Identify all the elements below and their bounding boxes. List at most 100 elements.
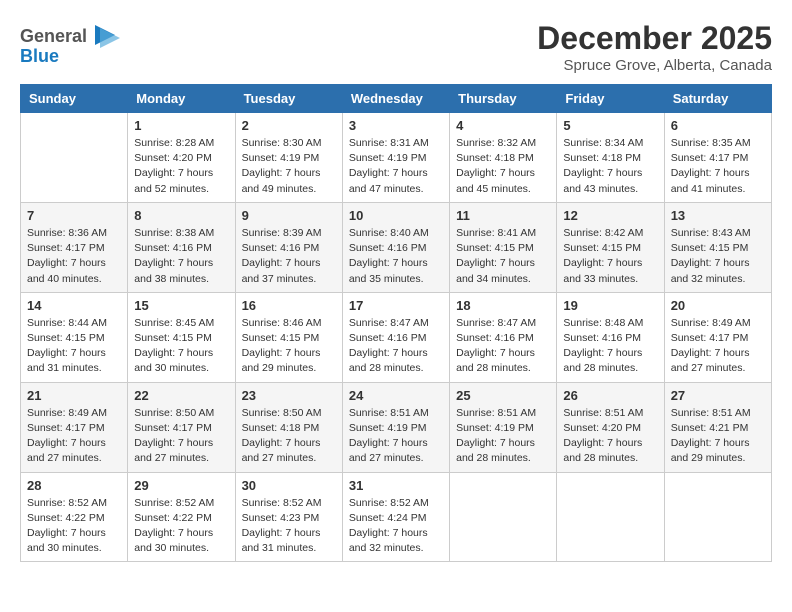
day-detail: Sunrise: 8:51 AMSunset: 4:20 PMDaylight:…	[563, 406, 657, 467]
calendar-cell: 6 Sunrise: 8:35 AMSunset: 4:17 PMDaylight…	[664, 113, 771, 203]
calendar-cell: 26 Sunrise: 8:51 AMSunset: 4:20 PMDayligh…	[557, 382, 664, 472]
day-number: 16	[242, 298, 336, 313]
day-number: 4	[456, 118, 550, 133]
day-number: 21	[27, 388, 121, 403]
day-number: 5	[563, 118, 657, 133]
calendar-cell: 2 Sunrise: 8:30 AMSunset: 4:19 PMDaylight…	[235, 113, 342, 203]
day-detail: Sunrise: 8:52 AMSunset: 4:24 PMDaylight:…	[349, 496, 443, 557]
calendar-cell	[557, 472, 664, 562]
day-number: 22	[134, 388, 228, 403]
day-number: 8	[134, 208, 228, 223]
day-number: 26	[563, 388, 657, 403]
day-detail: Sunrise: 8:41 AMSunset: 4:15 PMDaylight:…	[456, 226, 550, 287]
calendar-cell: 10 Sunrise: 8:40 AMSunset: 4:16 PMDayligh…	[342, 202, 449, 292]
day-number: 13	[671, 208, 765, 223]
day-number: 29	[134, 478, 228, 493]
day-number: 9	[242, 208, 336, 223]
calendar-cell: 7 Sunrise: 8:36 AMSunset: 4:17 PMDaylight…	[21, 202, 128, 292]
calendar-cell: 23Sunrise: 8:50 AMSunset: 4:18 PMDayligh…	[235, 382, 342, 472]
day-detail: Sunrise: 8:50 AMSunset: 4:18 PMDaylight:…	[242, 406, 336, 467]
day-detail: Sunrise: 8:35 AMSunset: 4:17 PMDaylight:…	[671, 136, 765, 197]
day-detail: Sunrise: 8:50 AMSunset: 4:17 PMDaylight:…	[134, 406, 228, 467]
day-detail: Sunrise: 8:52 AMSunset: 4:23 PMDaylight:…	[242, 496, 336, 557]
calendar-cell: 3 Sunrise: 8:31 AMSunset: 4:19 PMDaylight…	[342, 113, 449, 203]
day-detail: Sunrise: 8:52 AMSunset: 4:22 PMDaylight:…	[27, 496, 121, 557]
day-header-friday: Friday	[557, 85, 664, 113]
day-number: 6	[671, 118, 765, 133]
calendar-cell: 14 Sunrise: 8:44 AMSunset: 4:15 PMDayligh…	[21, 292, 128, 382]
calendar-cell: 20Sunrise: 8:49 AMSunset: 4:17 PMDayligh…	[664, 292, 771, 382]
day-detail: Sunrise: 8:38 AMSunset: 4:16 PMDaylight:…	[134, 226, 228, 287]
day-number: 14	[27, 298, 121, 313]
calendar-cell: 31 Sunrise: 8:52 AMSunset: 4:24 PMDayligh…	[342, 472, 449, 562]
day-number: 15	[134, 298, 228, 313]
calendar-cell: 8 Sunrise: 8:38 AMSunset: 4:16 PMDaylight…	[128, 202, 235, 292]
day-number: 25	[456, 388, 550, 403]
calendar-cell: 30 Sunrise: 8:52 AMSunset: 4:23 PMDayligh…	[235, 472, 342, 562]
calendar-cell: 13 Sunrise: 8:43 AMSunset: 4:15 PMDayligh…	[664, 202, 771, 292]
day-detail: Sunrise: 8:31 AMSunset: 4:19 PMDaylight:…	[349, 136, 443, 197]
day-number: 12	[563, 208, 657, 223]
day-detail: Sunrise: 8:32 AMSunset: 4:18 PMDaylight:…	[456, 136, 550, 197]
day-number: 1	[134, 118, 228, 133]
day-header-sunday: Sunday	[21, 85, 128, 113]
day-detail: Sunrise: 8:49 AMSunset: 4:17 PMDaylight:…	[27, 406, 121, 467]
day-number: 18	[456, 298, 550, 313]
calendar-cell: 21 Sunrise: 8:49 AMSunset: 4:17 PMDayligh…	[21, 382, 128, 472]
day-detail: Sunrise: 8:48 AMSunset: 4:16 PMDaylight:…	[563, 316, 657, 377]
day-detail: Sunrise: 8:45 AMSunset: 4:15 PMDaylight:…	[134, 316, 228, 377]
day-number: 17	[349, 298, 443, 313]
logo: General Blue	[20, 20, 120, 70]
day-detail: Sunrise: 8:28 AMSunset: 4:20 PMDaylight:…	[134, 136, 228, 197]
day-detail: Sunrise: 8:47 AMSunset: 4:16 PMDaylight:…	[456, 316, 550, 377]
svg-text:Blue: Blue	[20, 46, 59, 66]
day-number: 7	[27, 208, 121, 223]
day-detail: Sunrise: 8:34 AMSunset: 4:18 PMDaylight:…	[563, 136, 657, 197]
day-detail: Sunrise: 8:36 AMSunset: 4:17 PMDaylight:…	[27, 226, 121, 287]
subtitle: Spruce Grove, Alberta, Canada	[537, 57, 772, 74]
calendar-cell: 5 Sunrise: 8:34 AMSunset: 4:18 PMDaylight…	[557, 113, 664, 203]
calendar-cell: 16 Sunrise: 8:46 AMSunset: 4:15 PMDayligh…	[235, 292, 342, 382]
calendar-cell: 18 Sunrise: 8:47 AMSunset: 4:16 PMDayligh…	[450, 292, 557, 382]
calendar-table: SundayMondayTuesdayWednesdayThursdayFrid…	[20, 84, 772, 562]
day-detail: Sunrise: 8:30 AMSunset: 4:19 PMDaylight:…	[242, 136, 336, 197]
day-number: 11	[456, 208, 550, 223]
day-number: 31	[349, 478, 443, 493]
calendar-cell: 9 Sunrise: 8:39 AMSunset: 4:16 PMDaylight…	[235, 202, 342, 292]
calendar-cell: 1 Sunrise: 8:28 AMSunset: 4:20 PMDaylight…	[128, 113, 235, 203]
day-detail: Sunrise: 8:44 AMSunset: 4:15 PMDaylight:…	[27, 316, 121, 377]
day-number: 10	[349, 208, 443, 223]
day-detail: Sunrise: 8:51 AMSunset: 4:21 PMDaylight:…	[671, 406, 765, 467]
calendar-cell: 27 Sunrise: 8:51 AMSunset: 4:21 PMDayligh…	[664, 382, 771, 472]
day-detail: Sunrise: 8:39 AMSunset: 4:16 PMDaylight:…	[242, 226, 336, 287]
main-title: December 2025	[537, 20, 772, 57]
day-number: 3	[349, 118, 443, 133]
calendar-cell: 4 Sunrise: 8:32 AMSunset: 4:18 PMDaylight…	[450, 113, 557, 203]
day-number: 24	[349, 388, 443, 403]
day-detail: Sunrise: 8:40 AMSunset: 4:16 PMDaylight:…	[349, 226, 443, 287]
day-number: 19	[563, 298, 657, 313]
day-header-wednesday: Wednesday	[342, 85, 449, 113]
calendar-cell: 11 Sunrise: 8:41 AMSunset: 4:15 PMDayligh…	[450, 202, 557, 292]
title-section: December 2025 Spruce Grove, Alberta, Can…	[537, 20, 772, 74]
calendar-cell: 17 Sunrise: 8:47 AMSunset: 4:16 PMDayligh…	[342, 292, 449, 382]
day-number: 27	[671, 388, 765, 403]
page-header: General Blue December 2025 Spruce Grove,…	[20, 20, 772, 74]
day-detail: Sunrise: 8:43 AMSunset: 4:15 PMDaylight:…	[671, 226, 765, 287]
day-detail: Sunrise: 8:52 AMSunset: 4:22 PMDaylight:…	[134, 496, 228, 557]
calendar-cell: 22 Sunrise: 8:50 AMSunset: 4:17 PMDayligh…	[128, 382, 235, 472]
day-detail: Sunrise: 8:42 AMSunset: 4:15 PMDaylight:…	[563, 226, 657, 287]
day-number: 30	[242, 478, 336, 493]
day-detail: Sunrise: 8:47 AMSunset: 4:16 PMDaylight:…	[349, 316, 443, 377]
calendar-cell	[450, 472, 557, 562]
day-header-tuesday: Tuesday	[235, 85, 342, 113]
day-number: 2	[242, 118, 336, 133]
calendar-cell: 15 Sunrise: 8:45 AMSunset: 4:15 PMDayligh…	[128, 292, 235, 382]
day-detail: Sunrise: 8:49 AMSunset: 4:17 PMDaylight:…	[671, 316, 765, 377]
day-header-saturday: Saturday	[664, 85, 771, 113]
day-detail: Sunrise: 8:46 AMSunset: 4:15 PMDaylight:…	[242, 316, 336, 377]
calendar-cell	[21, 113, 128, 203]
day-detail: Sunrise: 8:51 AMSunset: 4:19 PMDaylight:…	[456, 406, 550, 467]
day-header-thursday: Thursday	[450, 85, 557, 113]
calendar-cell: 25 Sunrise: 8:51 AMSunset: 4:19 PMDayligh…	[450, 382, 557, 472]
